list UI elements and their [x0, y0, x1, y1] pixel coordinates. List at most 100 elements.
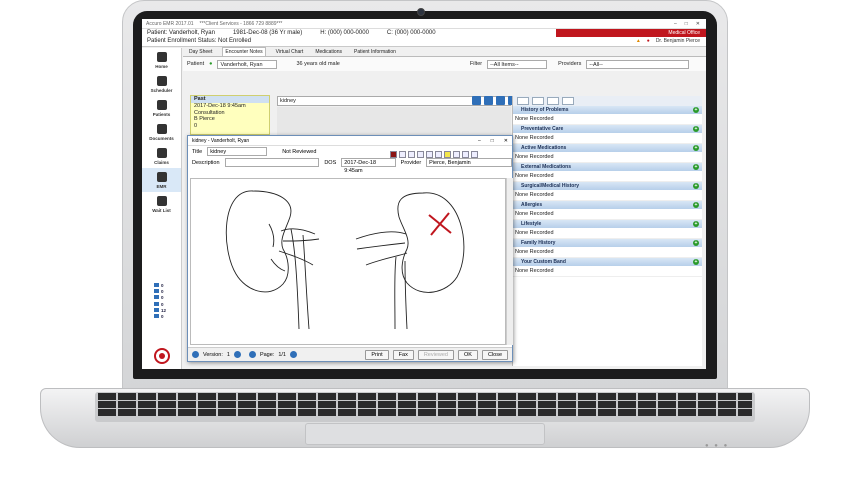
highlighter-icon[interactable]: [444, 151, 451, 158]
band-title: Allergies: [521, 202, 543, 208]
version-value: 1: [226, 351, 230, 358]
text-icon[interactable]: [453, 151, 460, 158]
dos-input[interactable]: 2017-Dec-18 9:45am: [341, 158, 396, 174]
nav-emr[interactable]: EMR: [142, 168, 181, 192]
document-dialog: kidney - Vanderholt, Ryan – □ ✕ Title ki…: [187, 135, 513, 362]
plus-icon[interactable]: +: [693, 259, 699, 265]
dollar-icon: [156, 147, 167, 158]
ok-button[interactable]: OK: [457, 349, 478, 360]
plus-icon[interactable]: +: [693, 107, 699, 113]
band-surgical-medical-history[interactable]: Surgical/Medical History +: [513, 182, 702, 190]
warning-icon[interactable]: ▲: [636, 38, 641, 44]
band-external-medications[interactable]: External Medications +: [513, 163, 702, 171]
maximize-icon[interactable]: □: [685, 21, 688, 27]
pen-icon[interactable]: [426, 151, 433, 158]
nav-scheduler[interactable]: Scheduler: [142, 72, 181, 96]
next-version-icon[interactable]: [233, 351, 241, 358]
band-history-of-problems[interactable]: History of Problems +: [513, 106, 702, 114]
minimize-icon[interactable]: –: [478, 138, 481, 144]
band-lifestyle[interactable]: Lifestyle +: [513, 220, 702, 228]
nav-claims[interactable]: Claims: [142, 144, 181, 168]
tab-patient-information[interactable]: Patient Information: [352, 48, 398, 56]
band-family-history[interactable]: Family History +: [513, 239, 702, 247]
new-icon[interactable]: [532, 97, 544, 105]
grid-icon[interactable]: [484, 96, 493, 105]
patient-check-icon: ●: [209, 61, 213, 67]
past-header: Past: [191, 96, 269, 103]
undo-icon[interactable]: [408, 151, 415, 158]
band-value: None Recorded: [513, 190, 702, 201]
nav-patients[interactable]: Patients: [142, 96, 181, 120]
band-title: Surgical/Medical History: [521, 183, 580, 189]
band-value: None Recorded: [513, 152, 702, 163]
patient-select[interactable]: Vanderholt, Ryan: [217, 59, 278, 69]
save-icon[interactable]: [496, 96, 505, 105]
band-active-medications[interactable]: Active Medications +: [513, 144, 702, 152]
plus-icon[interactable]: +: [693, 164, 699, 170]
alert-icon[interactable]: ●: [647, 38, 650, 44]
eraser-icon[interactable]: [462, 151, 469, 158]
rotate-icon[interactable]: [471, 151, 478, 158]
close-button[interactable]: Close: [481, 349, 508, 360]
tab-encounter-notes[interactable]: Encounter Notes: [222, 47, 266, 56]
minimize-icon[interactable]: –: [674, 21, 677, 27]
canvas-scrollbar[interactable]: [506, 178, 513, 345]
past-encounter-list[interactable]: Past 2017-Dec-18 9:45am Consultation B P…: [190, 95, 270, 135]
filter-label: Filter: [469, 61, 483, 67]
provider-input[interactable]: Pierce, Benjamin: [426, 158, 512, 167]
tab-day-sheet[interactable]: Day Sheet: [187, 48, 214, 56]
copy-icon[interactable]: [517, 97, 529, 105]
pointer-icon[interactable]: [399, 151, 406, 158]
patient-name[interactable]: Patient: Vanderholt, Ryan: [147, 30, 215, 36]
touchpad: [305, 423, 545, 445]
kidney-drawing: [225, 190, 465, 330]
counter-value: 12: [161, 307, 167, 313]
redo-icon[interactable]: [417, 151, 424, 158]
tab-medications[interactable]: Medications: [313, 48, 344, 56]
fax-button[interactable]: Fax: [392, 349, 414, 360]
drawing-canvas[interactable]: [190, 178, 506, 345]
add-icon[interactable]: [472, 96, 481, 105]
previous-version-icon[interactable]: [192, 351, 199, 358]
band-preventative-care[interactable]: Preventative Care +: [513, 125, 702, 133]
reviewed-button[interactable]: Reviewed: [417, 349, 454, 360]
nav-wait-list[interactable]: Wait List: [142, 192, 181, 216]
filter-select[interactable]: --All Items--: [487, 59, 548, 69]
nav-label: EMR: [156, 183, 167, 189]
plus-icon[interactable]: +: [693, 126, 699, 132]
person-icon: [156, 99, 167, 110]
color-swatch-icon[interactable]: [390, 151, 397, 158]
description-input[interactable]: [224, 158, 320, 167]
next-page-icon[interactable]: [289, 351, 297, 358]
plus-icon[interactable]: +: [693, 221, 699, 227]
left-navigation: Home Scheduler Patients Documents Claims…: [142, 48, 182, 369]
left-kidney-sketch: [225, 190, 320, 330]
band-your-custom-band[interactable]: Your Custom Band +: [513, 258, 702, 266]
close-icon[interactable]: ✕: [696, 21, 700, 27]
app-subtitle: ***Client Services - 1866 729 8889***: [199, 20, 283, 27]
nav-documents[interactable]: Documents: [142, 120, 181, 144]
keyboard: [95, 392, 755, 422]
plus-icon[interactable]: +: [693, 240, 699, 246]
print-icon[interactable]: [562, 97, 574, 105]
print-button[interactable]: Print: [365, 349, 389, 360]
plus-icon[interactable]: +: [693, 145, 699, 151]
plus-icon[interactable]: +: [693, 202, 699, 208]
plus-icon[interactable]: +: [693, 183, 699, 189]
band-value: None Recorded: [513, 171, 702, 182]
band-allergies[interactable]: Allergies +: [513, 201, 702, 209]
tab-virtual-chart[interactable]: Virtual Chart: [274, 48, 306, 56]
previous-page-icon[interactable]: [248, 351, 256, 358]
chart-toolbar: [513, 96, 702, 106]
line-icon[interactable]: [435, 151, 442, 158]
nav-home[interactable]: Home: [142, 48, 181, 72]
providers-select[interactable]: --All--: [586, 59, 690, 69]
people-icon: [156, 195, 167, 206]
title-input[interactable]: kidney: [207, 147, 268, 156]
maximize-icon[interactable]: □: [491, 138, 494, 144]
nav-label: Documents: [149, 135, 174, 141]
review-status: Not Reviewed: [282, 148, 317, 155]
physician-name[interactable]: Dr. Benjamin Pierce: [656, 38, 700, 44]
link-icon[interactable]: [547, 97, 559, 105]
close-icon[interactable]: ✕: [504, 138, 508, 144]
